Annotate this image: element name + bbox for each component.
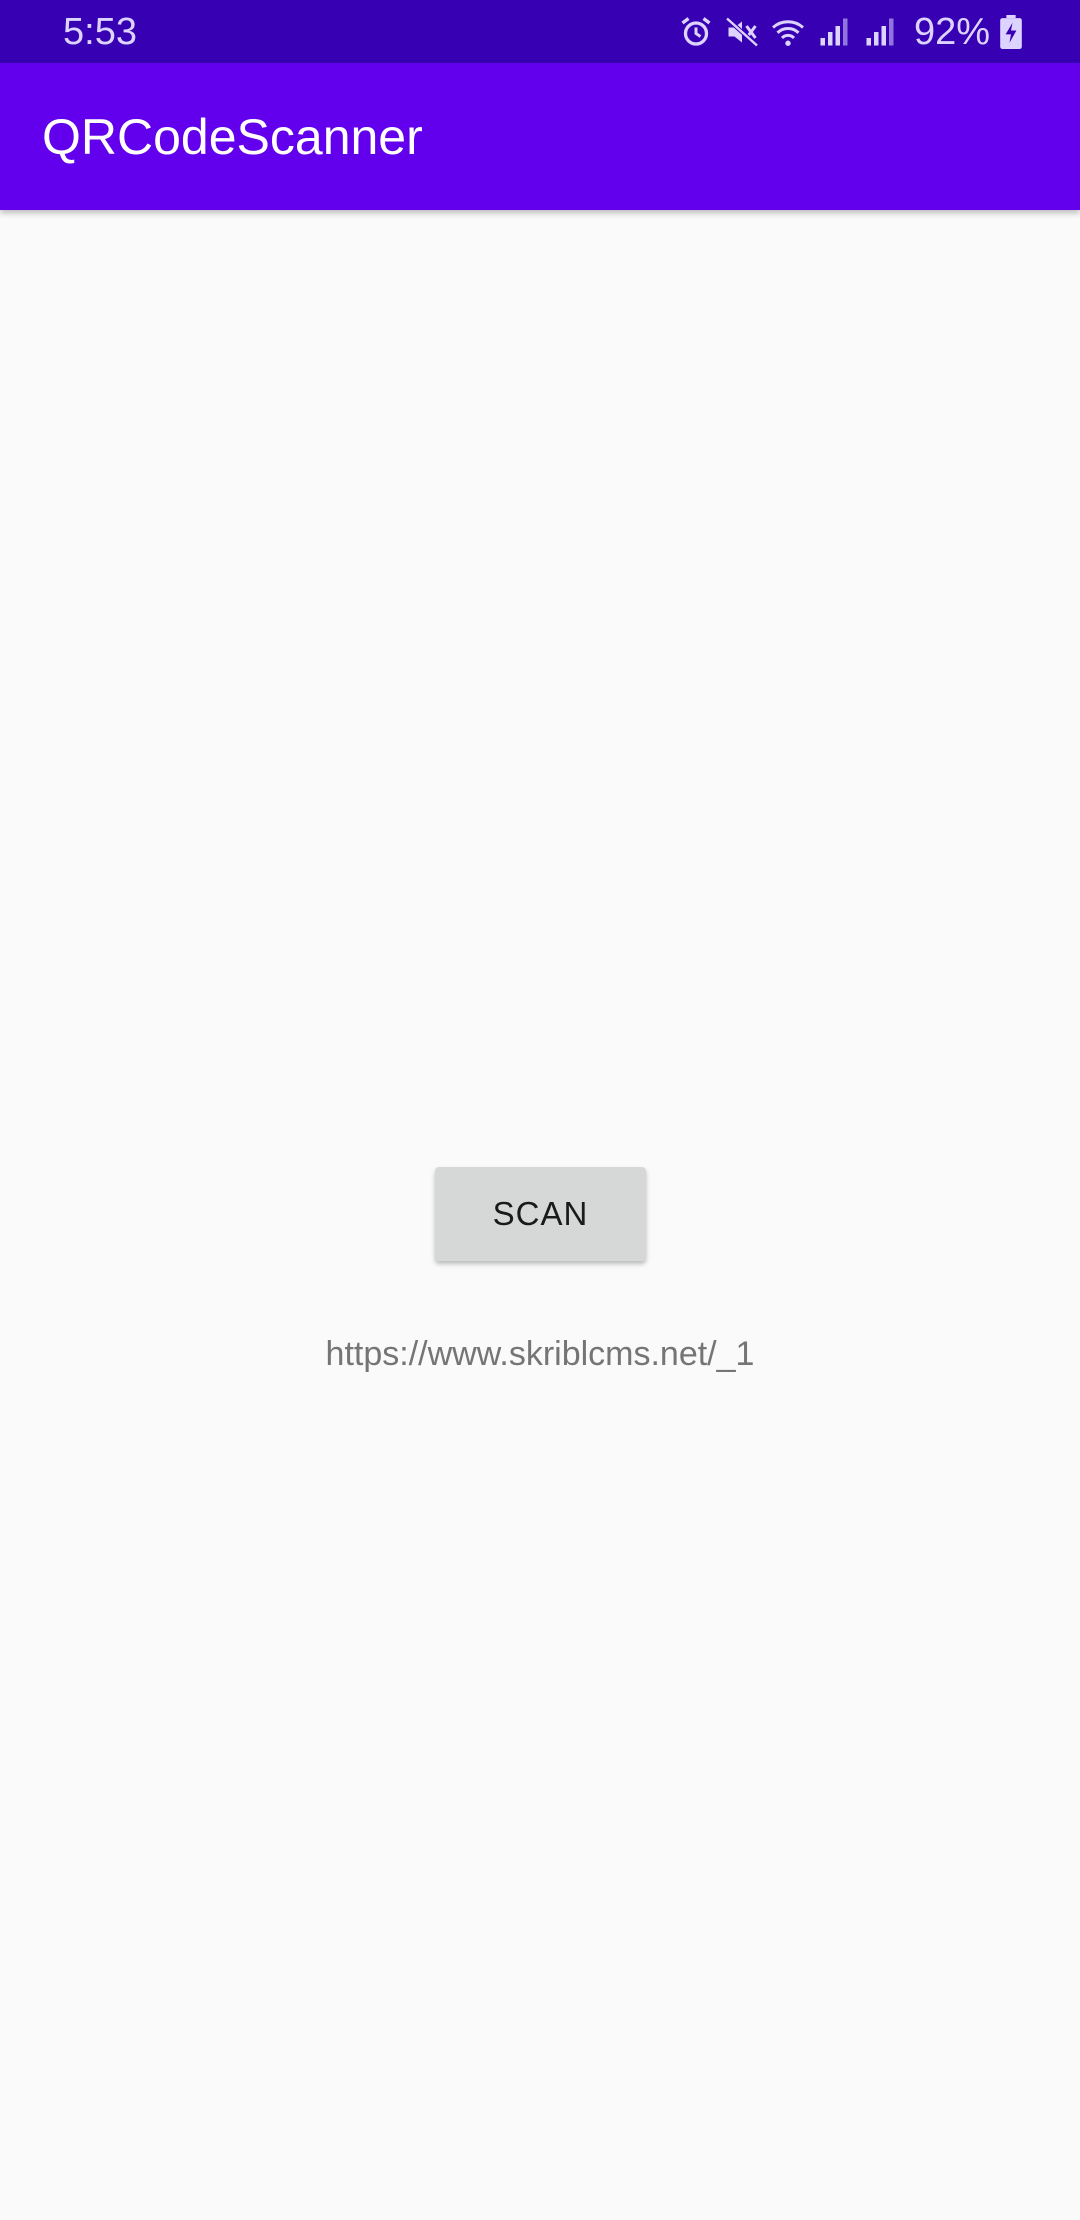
battery-charging-icon bbox=[1000, 15, 1022, 49]
status-bar: 5:53 92% bbox=[0, 0, 1080, 63]
alarm-icon bbox=[678, 14, 714, 50]
mute-icon bbox=[724, 14, 760, 50]
app-bar: QRCodeScanner bbox=[0, 63, 1080, 210]
battery-percent: 92% bbox=[913, 11, 990, 53]
signal-icon bbox=[816, 14, 852, 50]
wifi-icon bbox=[770, 14, 806, 50]
app-title: QRCodeScanner bbox=[42, 109, 423, 165]
scan-result-text: https://www.skriblcms.net/_1 bbox=[325, 1335, 755, 1373]
status-time: 5:53 bbox=[63, 11, 137, 53]
status-icons: 92% bbox=[678, 10, 1022, 54]
scan-button[interactable]: SCAN bbox=[435, 1167, 646, 1261]
signal-icon bbox=[862, 14, 898, 50]
